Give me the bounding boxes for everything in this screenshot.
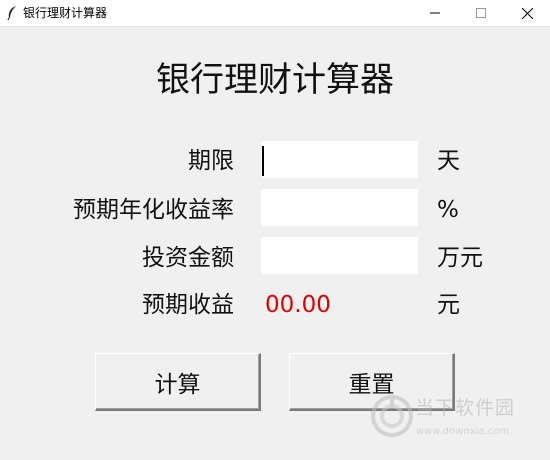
feather-icon	[7, 6, 16, 21]
amount-input[interactable]	[261, 237, 418, 274]
maximize-button[interactable]	[458, 0, 504, 26]
term-input[interactable]	[261, 141, 418, 178]
minimize-icon	[430, 12, 440, 14]
watermark: 当下软件园 www.downxia.com	[370, 388, 535, 448]
income-unit: 元	[437, 292, 460, 318]
calculate-button[interactable]: 计算	[95, 353, 261, 411]
close-icon	[521, 7, 533, 19]
watermark-text: 当下软件园	[415, 397, 516, 419]
term-label: 期限	[188, 148, 234, 174]
minimize-button[interactable]	[412, 0, 458, 26]
window-title: 银行理财计算器	[23, 6, 108, 20]
rate-input[interactable]	[261, 189, 418, 226]
text-cursor	[262, 146, 264, 176]
rate-label: 预期年化收益率	[73, 197, 234, 223]
income-label: 预期收益	[142, 292, 234, 318]
amount-label: 投资金额	[142, 245, 234, 271]
maximize-icon	[476, 8, 486, 18]
title-bar: 银行理财计算器	[0, 0, 550, 27]
watermark-url: www.downxia.com	[416, 426, 510, 437]
income-result: 00.00	[265, 292, 331, 318]
downxia-logo-icon	[371, 395, 413, 437]
term-unit: 天	[437, 148, 460, 174]
amount-unit: 万元	[437, 245, 483, 271]
page-title: 银行理财计算器	[156, 60, 394, 100]
rate-unit: %	[437, 197, 459, 223]
close-button[interactable]	[504, 0, 550, 26]
